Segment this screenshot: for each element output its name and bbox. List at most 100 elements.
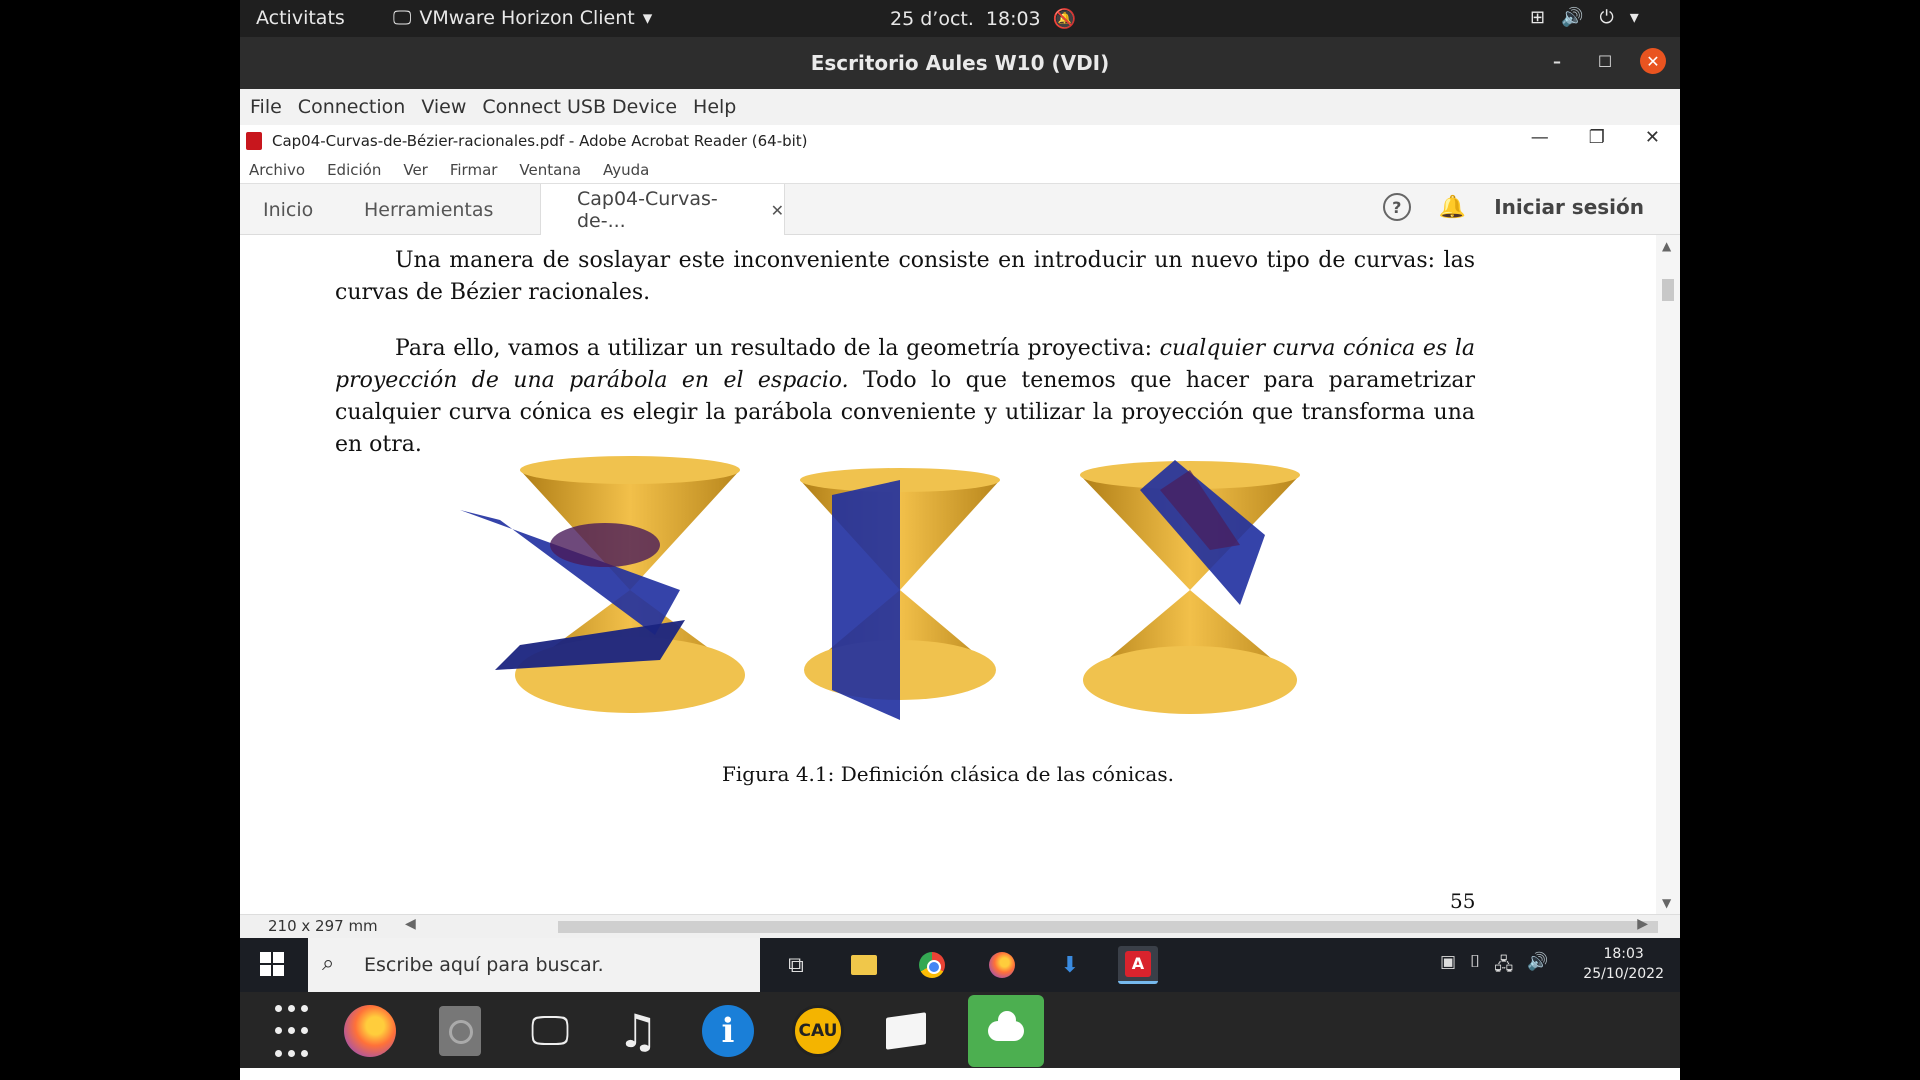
- page-size-label: 210 x 297 mm: [268, 917, 378, 935]
- disk-icon[interactable]: [428, 1000, 492, 1062]
- sign-in-button[interactable]: Iniciar sesión: [1494, 195, 1644, 219]
- tab-tools[interactable]: Herramientas: [364, 184, 493, 235]
- plane-hyperbola: [832, 480, 900, 720]
- paragraph-2-start: Para ello, vamos a utilizar un resultado…: [395, 336, 1152, 361]
- menu-ayuda[interactable]: Ayuda: [603, 161, 649, 179]
- menu-archivo[interactable]: Archivo: [249, 161, 305, 179]
- windows-start-icon[interactable]: [260, 952, 284, 976]
- menu-view[interactable]: View: [421, 96, 466, 118]
- cone-ellipse: [460, 456, 745, 713]
- document-viewport[interactable]: Una manera de soslayar este inconvenient…: [240, 235, 1680, 914]
- chrome-icon[interactable]: [912, 946, 952, 984]
- tab-document-label: Cap04-Curvas-de-...: [577, 188, 718, 232]
- music-icon[interactable]: ♫: [606, 1000, 670, 1062]
- remote-desktop-icon[interactable]: 🖵: [518, 1000, 582, 1062]
- paragraph-1-text: Una manera de soslayar este inconvenient…: [335, 248, 1475, 305]
- acrobat-restore-button[interactable]: ❐: [1589, 127, 1605, 148]
- chevron-down-icon: ▾: [642, 7, 653, 29]
- windows-system-tray[interactable]: ▣ ⌷ 🖧 🔊: [1440, 952, 1548, 981]
- minimize-button[interactable]: –: [1544, 48, 1570, 74]
- network-icon: ⊞: [1530, 7, 1546, 28]
- menu-file[interactable]: File: [250, 96, 282, 118]
- menu-ventana[interactable]: Ventana: [519, 161, 581, 179]
- menu-help[interactable]: Help: [693, 96, 736, 118]
- figure-caption: Figura 4.1: Definición clásica de las có…: [722, 762, 1174, 786]
- windows-clock[interactable]: 18:03 25/10/2022: [1583, 944, 1664, 984]
- page-number: 55: [1450, 889, 1476, 913]
- scroll-left-icon[interactable]: ◀: [405, 916, 416, 932]
- vertical-scrollbar[interactable]: ▲ ▼: [1656, 235, 1680, 914]
- horizon-client-icon[interactable]: [968, 995, 1044, 1067]
- pdf-page: Una manera de soslayar este inconvenient…: [240, 235, 1656, 914]
- menu-firmar[interactable]: Firmar: [450, 161, 498, 179]
- cau-icon-label: CAU: [792, 1005, 844, 1057]
- acrobat-tabbar: Inicio Herramientas Cap04-Curvas-de-... …: [240, 183, 1680, 236]
- system-tray[interactable]: ⊞ 🔊 ⏻ ▾: [1530, 7, 1639, 28]
- download-icon[interactable]: ⬇: [1050, 946, 1090, 984]
- scroll-down-icon[interactable]: ▼: [1662, 896, 1671, 910]
- clock[interactable]: 25 d’oct. 18:03 🔕: [890, 7, 1077, 31]
- show-apps-icon[interactable]: [252, 1000, 316, 1062]
- clock-date: 25 d’oct.: [890, 7, 974, 30]
- vmware-tray-icon: ▣: [1440, 952, 1457, 972]
- horizon-title: Escritorio Aules W10 (VDI): [810, 51, 1110, 75]
- remote-desktop: Cap04-Curvas-de-Bézier-racionales.pdf - …: [240, 125, 1680, 1080]
- acrobat-status-bar: 210 x 297 mm ◀ ▶: [240, 914, 1680, 938]
- task-view-icon[interactable]: ⧉: [776, 946, 816, 984]
- acrobat-taskbar-icon[interactable]: A: [1118, 946, 1158, 984]
- acrobat-title: Cap04-Curvas-de-Bézier-racionales.pdf - …: [272, 132, 808, 150]
- volume-icon: 🔊: [1527, 952, 1549, 972]
- clock-time: 18:03: [985, 7, 1041, 30]
- search-placeholder: Escribe aquí para buscar.: [364, 954, 604, 976]
- dock-firefox-icon[interactable]: [338, 1000, 402, 1062]
- bell-icon[interactable]: 🔔: [1439, 195, 1466, 220]
- close-button[interactable]: ✕: [1640, 48, 1666, 74]
- paragraph-2: Para ello, vamos a utilizar un resultado…: [335, 333, 1475, 461]
- usb-icon: ⌷: [1470, 952, 1481, 972]
- close-tab-icon[interactable]: ✕: [771, 201, 784, 220]
- gnome-top-bar: Activitats 🖵 VMware Horizon Client ▾ 25 …: [240, 0, 1680, 37]
- windows-taskbar: ⌕ Escribe aquí para buscar. ⧉ ⬇ A ▣ ⌷ 🖧 …: [240, 938, 1680, 992]
- volume-icon: 🔊: [1561, 7, 1584, 28]
- horizontal-scroll-thumb[interactable]: [558, 921, 1658, 933]
- tab-document[interactable]: Cap04-Curvas-de-... ✕: [540, 184, 785, 236]
- cone-parabola: [1080, 460, 1300, 714]
- search-icon: ⌕: [322, 951, 335, 976]
- notifications-off-icon: 🔕: [1052, 8, 1077, 30]
- app-menu-label: VMware Horizon Client: [419, 7, 635, 29]
- help-icon[interactable]: ?: [1382, 193, 1411, 221]
- windows-clock-date: 25/10/2022: [1583, 966, 1664, 982]
- menu-edicion[interactable]: Edición: [327, 161, 381, 179]
- horizon-menubar: File Connection View Connect USB Device …: [240, 89, 1680, 125]
- conic-sections-figure: [460, 456, 1300, 720]
- menu-ver[interactable]: Ver: [403, 161, 428, 179]
- acrobat-minimize-button[interactable]: —: [1531, 127, 1549, 148]
- paragraph-1: Una manera de soslayar este inconvenient…: [335, 245, 1475, 309]
- menu-connect-usb[interactable]: Connect USB Device: [482, 96, 677, 118]
- vertical-scroll-thumb[interactable]: [1662, 279, 1674, 301]
- scroll-right-icon[interactable]: ▶: [1637, 916, 1648, 932]
- power-icon: ⏻: [1599, 7, 1614, 28]
- acrobat-titlebar: Cap04-Curvas-de-Bézier-racionales.pdf - …: [240, 125, 1680, 157]
- tab-home[interactable]: Inicio: [263, 184, 313, 235]
- notes-icon[interactable]: [874, 1000, 938, 1062]
- file-explorer-icon[interactable]: [844, 946, 884, 984]
- ubuntu-dock: 🖵 ♫ i CAU: [240, 992, 1680, 1068]
- monitor-icon: 🖵: [393, 7, 412, 29]
- acrobat-menubar: Archivo Edición Ver Firmar Ventana Ayuda: [240, 157, 1680, 183]
- pdf-file-icon: [246, 132, 262, 150]
- scroll-up-icon[interactable]: ▲: [1662, 239, 1671, 253]
- network-icon: 🖧: [1494, 955, 1514, 975]
- firefox-icon[interactable]: [982, 946, 1022, 984]
- windows-clock-time: 18:03: [1603, 946, 1644, 962]
- cau-icon[interactable]: CAU: [786, 1000, 850, 1062]
- taskbar-search-box[interactable]: ⌕ Escribe aquí para buscar.: [308, 938, 760, 992]
- app-menu[interactable]: 🖵 VMware Horizon Client ▾: [393, 7, 652, 29]
- horizon-titlebar: Escritorio Aules W10 (VDI) – ☐ ✕: [240, 37, 1680, 89]
- chevron-down-icon: ▾: [1629, 7, 1639, 28]
- acrobat-close-button[interactable]: ✕: [1645, 127, 1660, 148]
- menu-connection[interactable]: Connection: [298, 96, 406, 118]
- maximize-button[interactable]: ☐: [1592, 48, 1618, 74]
- activities-button[interactable]: Activitats: [256, 7, 345, 29]
- info-icon[interactable]: i: [696, 1000, 760, 1062]
